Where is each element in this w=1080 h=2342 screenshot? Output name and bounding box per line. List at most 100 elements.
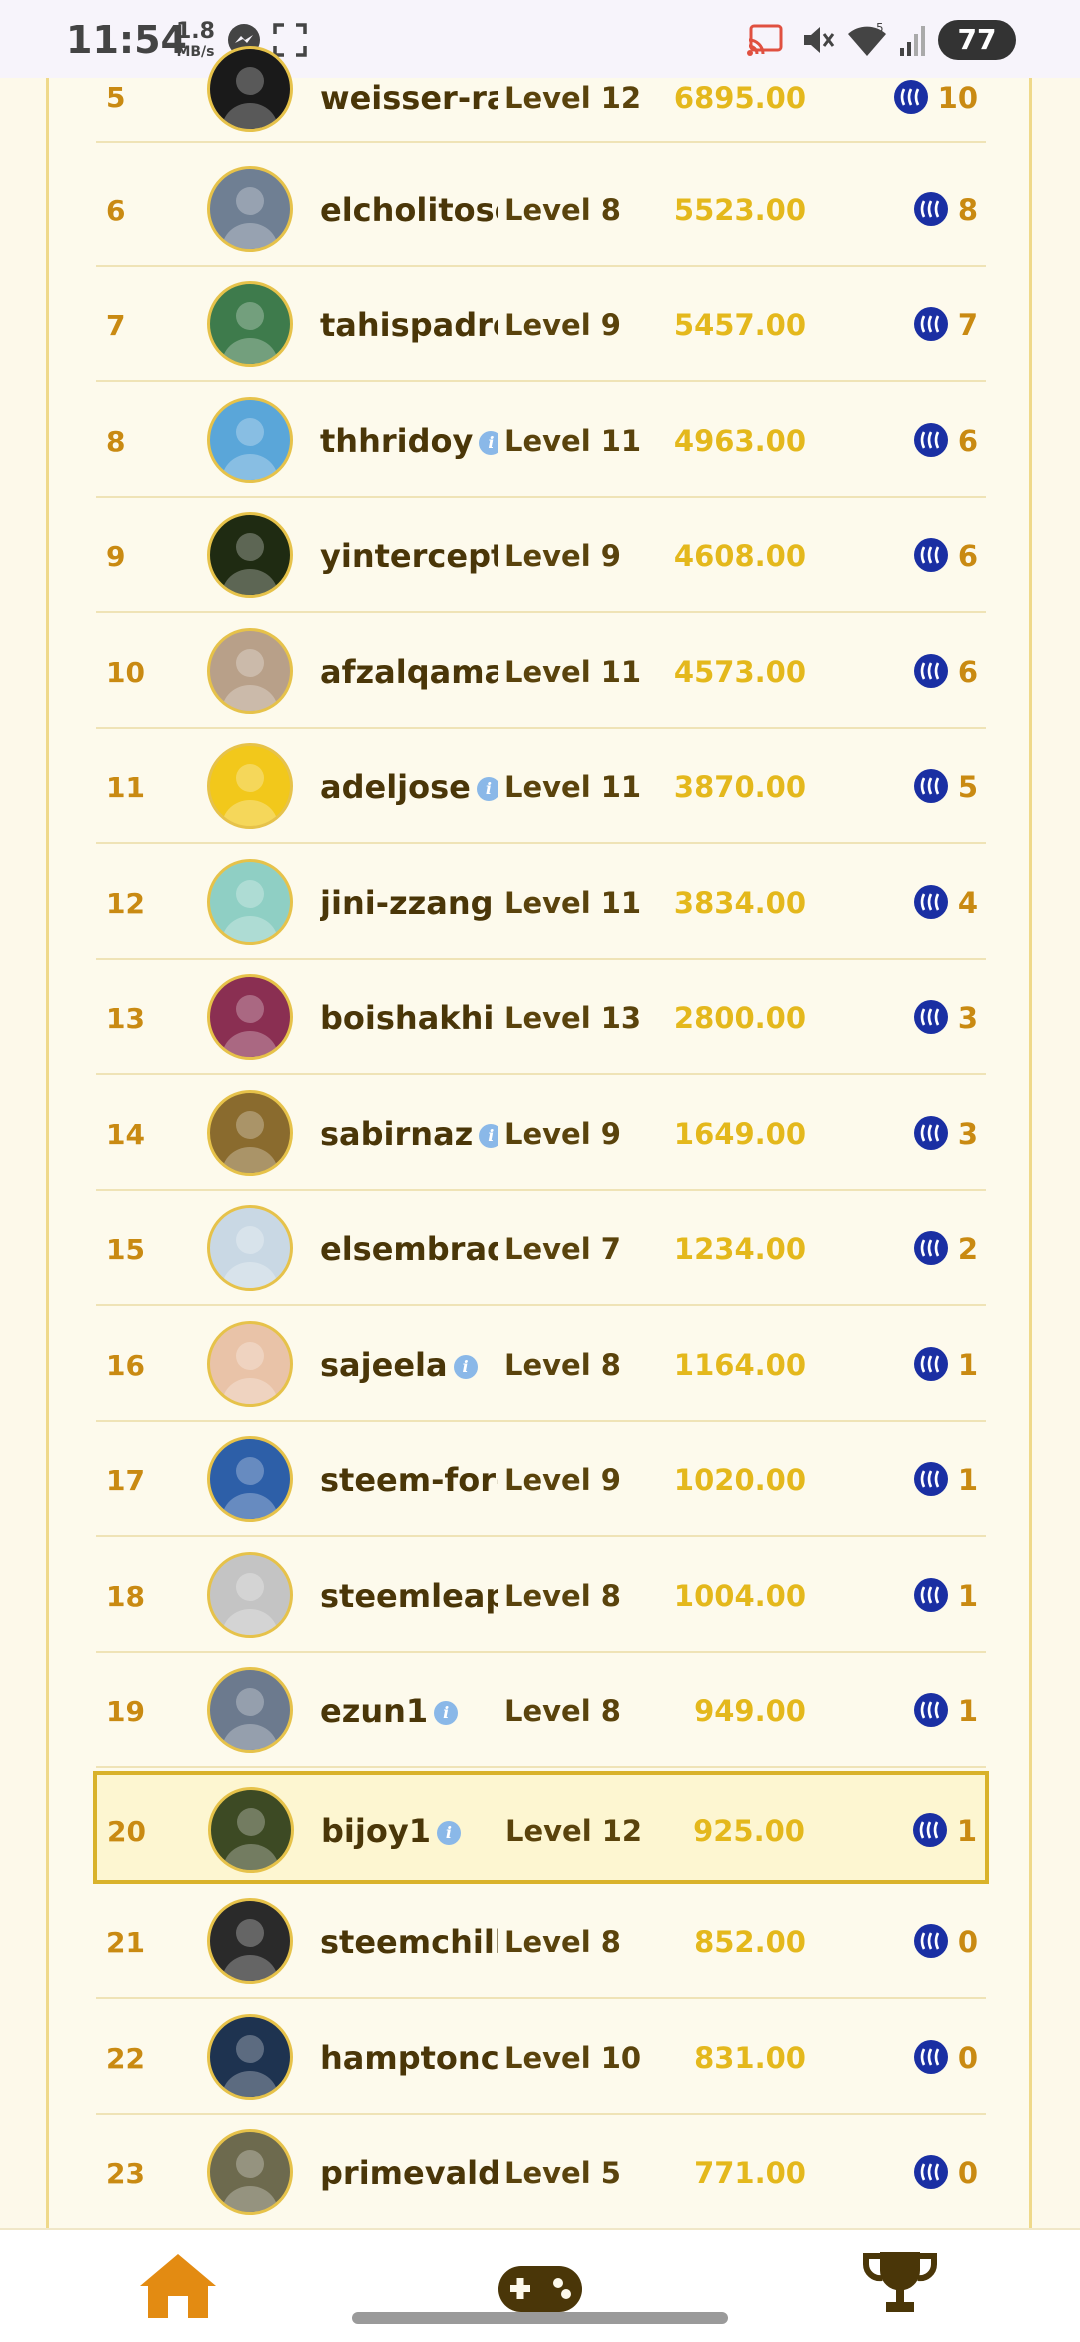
- reward: 1: [913, 1309, 978, 1422]
- leaderboard-row[interactable]: 12 jini-zzangiLevel 11 3834.00 4: [96, 847, 986, 960]
- username[interactable]: bijoy1 i: [321, 1775, 499, 1888]
- leaderboard-row[interactable]: 7 tahispadronLevel 9 5457.00 7: [96, 269, 986, 382]
- rank-number: 10: [106, 655, 145, 689]
- username[interactable]: hamptoncole: [320, 2002, 498, 2115]
- leaderboard-row[interactable]: 23 primevaldocLevel 5 771.00 0: [96, 2117, 986, 2230]
- info-icon[interactable]: i: [479, 1123, 498, 1148]
- leaderboard-row[interactable]: 17 steem-for-bdLevel 9 1020.00 1: [96, 1424, 986, 1537]
- svg-text:5: 5: [876, 22, 884, 35]
- username[interactable]: weisser-rabe: [320, 60, 498, 136]
- avatar[interactable]: [207, 1320, 293, 1407]
- avatar[interactable]: [207, 2129, 293, 2215]
- username[interactable]: tahispadron: [320, 269, 498, 382]
- rank-number: 7: [106, 309, 126, 342]
- username-text: adeljose: [320, 768, 471, 806]
- username[interactable]: sabirnaz i: [320, 1078, 498, 1191]
- avatar[interactable]: [207, 2013, 293, 2100]
- avatar[interactable]: [208, 1786, 294, 1873]
- info-icon[interactable]: i: [479, 430, 498, 455]
- user-level: Level 9: [504, 1463, 621, 1497]
- score-value: 831.00: [694, 2040, 806, 2075]
- avatar[interactable]: [207, 281, 293, 367]
- avatar-silhouette: [222, 1110, 278, 1173]
- leaderboard-row[interactable]: 6 elcholitosoyLevel 8 5523.00 8: [96, 154, 986, 267]
- avatar[interactable]: [207, 1667, 293, 1753]
- leaderboard-row[interactable]: 10 afzalqamarLevel 11 4573.00 6: [96, 616, 986, 729]
- avatar[interactable]: [207, 512, 293, 598]
- leaderboard-row[interactable]: 22 hamptoncoleLevel 10 831.00 0: [96, 2002, 986, 2115]
- username[interactable]: steem-for-bd: [320, 1424, 498, 1537]
- leaderboard-row[interactable]: 19 ezun1 i Level 8 949.00 1: [96, 1655, 986, 1768]
- info-icon[interactable]: i: [436, 1820, 461, 1845]
- avatar[interactable]: [207, 1898, 293, 1984]
- username[interactable]: sajeela i: [320, 1309, 498, 1422]
- username[interactable]: boishakhi123: [320, 962, 498, 1075]
- reward: 6: [913, 500, 978, 613]
- score-value: 6895.00: [673, 81, 806, 115]
- username[interactable]: elsembradorx: [320, 1193, 498, 1306]
- username-text: afzalqamar: [320, 652, 498, 691]
- leaderboard-row[interactable]: 8 thhridoy i Level 11 4963.00 6: [96, 385, 986, 498]
- leaderboard-row[interactable]: 11 adeljose i Level 11 3870.00 5: [96, 731, 986, 844]
- score-value: 1004.00: [673, 1578, 806, 1613]
- username[interactable]: elcholitosoy: [320, 154, 498, 267]
- avatar[interactable]: [207, 858, 293, 945]
- username[interactable]: yintercept: [320, 500, 498, 613]
- user-level: Level 8: [504, 1578, 621, 1613]
- leaderboard-row[interactable]: 21 steemchillerLevel 8 852.00 0: [96, 1886, 986, 1999]
- leaderboard-row[interactable]: 14 sabirnaz i Level 9 1649.00 3: [96, 1078, 986, 1191]
- username[interactable]: steemleaper: [320, 1540, 498, 1653]
- username[interactable]: thhridoy i: [320, 385, 498, 498]
- info-icon[interactable]: i: [434, 1701, 459, 1725]
- username[interactable]: steemchiller: [320, 1886, 498, 1999]
- avatar[interactable]: [207, 1205, 293, 1291]
- leaderboard-row[interactable]: 15 elsembradorxLevel 7 1234.00 2: [96, 1193, 986, 1306]
- steem-icon: [913, 653, 948, 688]
- avatar[interactable]: [207, 1436, 293, 1522]
- steem-icon: [913, 1115, 948, 1150]
- username[interactable]: ezun1 i: [320, 1655, 498, 1768]
- username[interactable]: afzalqamar: [320, 616, 498, 729]
- gamepad-icon[interactable]: [496, 2264, 584, 2318]
- username[interactable]: adeljose i: [320, 731, 498, 844]
- leaderboard-row[interactable]: 5 weisser-rabeLevel 12 6895.00 10: [96, 46, 986, 143]
- score-value: 1234.00: [673, 1232, 806, 1266]
- leaderboard-row[interactable]: 9 yintercept Level 9 4608.00 6: [96, 500, 986, 613]
- avatar-silhouette: [222, 1226, 278, 1288]
- trophy-icon[interactable]: [860, 2248, 940, 2322]
- user-level: Level 9: [504, 1116, 621, 1151]
- gesture-bar[interactable]: [352, 2312, 728, 2324]
- username-text: thhridoy: [320, 421, 474, 460]
- rank-number: 18: [106, 1579, 145, 1613]
- username-text: sajeela: [320, 1345, 448, 1384]
- score-value: 4608.00: [673, 539, 806, 573]
- info-icon[interactable]: i: [453, 1354, 478, 1379]
- username[interactable]: jini-zzangi: [320, 847, 498, 960]
- reward: 6: [913, 385, 978, 498]
- steem-icon: [913, 538, 948, 572]
- avatar[interactable]: [207, 1089, 293, 1176]
- leaderboard-row[interactable]: 13 boishakhi123Level 13 2800.00 3: [96, 962, 986, 1075]
- avatar[interactable]: [207, 46, 293, 132]
- reward-amount: 6: [957, 654, 978, 689]
- rank-number: 9: [106, 540, 126, 573]
- avatar[interactable]: [207, 1551, 293, 1638]
- avatar-silhouette: [222, 302, 278, 364]
- username-text: steemchiller: [320, 1923, 498, 1961]
- avatar[interactable]: [207, 627, 293, 714]
- leaderboard-row[interactable]: 16 sajeela i Level 8 1164.00 1: [96, 1309, 986, 1422]
- info-icon[interactable]: i: [476, 777, 498, 801]
- avatar[interactable]: [207, 974, 293, 1060]
- leaderboard-row-current-user[interactable]: 20 bijoy1 i Level 12 925.00 1: [93, 1770, 989, 1884]
- network-speed-unit: MB/s: [176, 44, 215, 60]
- score-value: 2800.00: [673, 1001, 806, 1035]
- leaderboard-row[interactable]: 18 steemleaperLevel 8 1004.00 1: [96, 1540, 986, 1653]
- avatar[interactable]: [207, 165, 293, 252]
- avatar[interactable]: [207, 396, 293, 483]
- reward: 1: [913, 1655, 978, 1768]
- username[interactable]: primevaldoc: [320, 2117, 498, 2230]
- steem-icon: [893, 80, 928, 114]
- avatar[interactable]: [207, 743, 293, 829]
- home-icon[interactable]: [136, 2250, 220, 2324]
- username-text: sabirnaz: [320, 1114, 474, 1153]
